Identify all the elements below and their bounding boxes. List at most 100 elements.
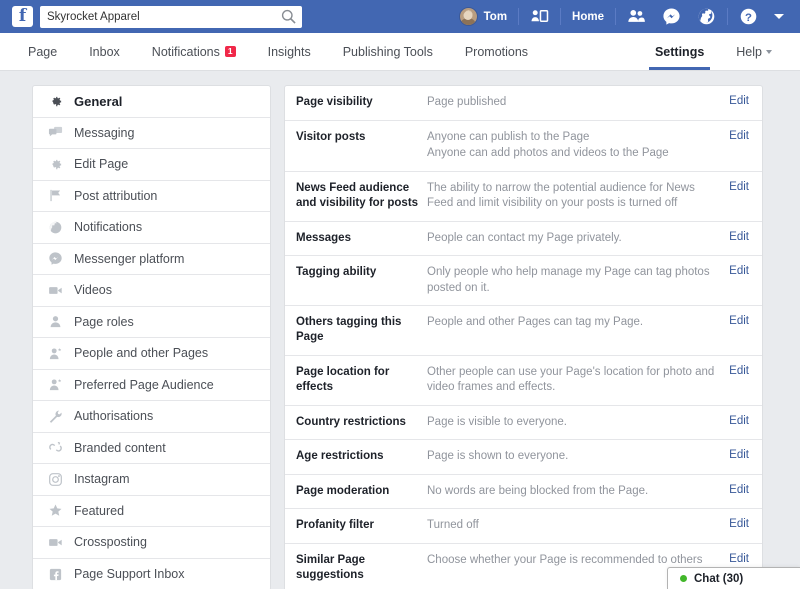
sidebar-item-crossposting[interactable]: Crossposting — [33, 527, 270, 559]
edit-link[interactable]: Edit — [729, 315, 749, 327]
sidebar-item-videos[interactable]: Videos — [33, 275, 270, 307]
notifications-button[interactable] — [689, 5, 724, 28]
tab-page[interactable]: Page — [12, 33, 73, 70]
sidebar-item-label: Videos — [74, 283, 112, 297]
tab-label: Promotions — [465, 45, 528, 59]
edit-link[interactable]: Edit — [729, 265, 749, 277]
messenger-icon — [47, 251, 63, 267]
divider — [727, 8, 728, 25]
sidebar-item-authorisations[interactable]: Authorisations — [33, 401, 270, 433]
setting-label: Page location for effects — [296, 365, 427, 396]
setting-label: Age restrictions — [296, 449, 427, 464]
find-friends-icon — [530, 7, 549, 26]
tab-label: Publishing Tools — [343, 45, 433, 59]
friend-requests-button[interactable] — [619, 5, 654, 28]
sidebar-item-messaging[interactable]: Messaging — [33, 118, 270, 150]
setting-value-line: The ability to narrow the potential audi… — [427, 181, 721, 212]
notifications-badge: 1 — [225, 46, 236, 57]
tab-settings[interactable]: Settings — [639, 33, 720, 70]
tab-publishing-tools[interactable]: Publishing Tools — [327, 33, 449, 70]
sidebar-item-people-and-other-pages[interactable]: People and other Pages — [33, 338, 270, 370]
edit-link[interactable]: Edit — [729, 484, 749, 496]
chat-label: Chat (30) — [694, 573, 743, 585]
setting-label: News Feed audience and visibility for po… — [296, 181, 427, 212]
video-camera-icon — [47, 282, 63, 298]
sidebar-item-label: Post attribution — [74, 189, 157, 203]
divider — [560, 8, 561, 25]
tab-help[interactable]: Help — [720, 33, 788, 70]
tab-inbox[interactable]: Inbox — [73, 33, 136, 70]
setting-value: The ability to narrow the potential audi… — [427, 181, 729, 212]
setting-value-line: People and other Pages can tag my Page. — [427, 315, 721, 331]
sidebar-item-messenger-platform[interactable]: Messenger platform — [33, 244, 270, 276]
sidebar-item-post-attribution[interactable]: Post attribution — [33, 181, 270, 213]
search-icon[interactable] — [281, 9, 296, 24]
facebook-logo[interactable]: f — [12, 6, 33, 27]
facebook-page-settings-screen: f Tom Home — [0, 0, 800, 589]
tab-notifications[interactable]: Notifications 1 — [136, 33, 252, 70]
account-menu-button[interactable] — [766, 5, 792, 28]
find-friends-button[interactable] — [522, 5, 557, 28]
page-nav-tabs: Page Inbox Notifications 1 Insights Publ… — [0, 33, 800, 71]
edit-link[interactable]: Edit — [729, 553, 749, 565]
setting-label: Page visibility — [296, 95, 427, 110]
setting-value-line: Page published — [427, 95, 721, 111]
chat-bar[interactable]: Chat (30) — [667, 567, 800, 589]
setting-row-tagging-ability: Tagging ability Only people who help man… — [285, 256, 762, 306]
edit-link[interactable]: Edit — [729, 130, 749, 142]
tab-insights[interactable]: Insights — [252, 33, 327, 70]
person-icon — [47, 314, 63, 330]
edit-link[interactable]: Edit — [729, 449, 749, 461]
sidebar-item-label: Messenger platform — [74, 252, 184, 266]
edit-link[interactable]: Edit — [729, 518, 749, 530]
chat-bubbles-icon — [47, 125, 63, 141]
sidebar-item-preferred-page-audience[interactable]: Preferred Page Audience — [33, 370, 270, 402]
sidebar-item-featured[interactable]: Featured — [33, 496, 270, 528]
search-input[interactable] — [40, 6, 302, 28]
sidebar-item-notifications[interactable]: Notifications — [33, 212, 270, 244]
setting-label: Tagging ability — [296, 265, 427, 280]
svg-text:?: ? — [745, 12, 752, 24]
divider — [518, 8, 519, 25]
header-actions: Tom Home — [451, 0, 792, 33]
sidebar-item-page-roles[interactable]: Page roles — [33, 307, 270, 339]
setting-value: Page published — [427, 95, 729, 111]
sidebar-item-general[interactable]: General — [33, 86, 270, 118]
globe-notifications-icon — [697, 7, 716, 26]
setting-label: Similar Page suggestions — [296, 553, 427, 584]
edit-link[interactable]: Edit — [729, 181, 749, 193]
setting-label: Profanity filter — [296, 518, 427, 533]
person-star-icon — [47, 345, 63, 361]
sidebar-item-page-support-inbox[interactable]: Page Support Inbox — [33, 559, 270, 589]
sidebar-item-label: Preferred Page Audience — [74, 378, 214, 392]
tab-promotions[interactable]: Promotions — [449, 33, 544, 70]
tab-label: Help — [736, 45, 762, 59]
setting-value-line: Page is visible to everyone. — [427, 415, 721, 431]
sidebar-item-instagram[interactable]: Instagram — [33, 464, 270, 496]
edit-link[interactable]: Edit — [729, 415, 749, 427]
help-icon: ? — [739, 7, 758, 26]
search-box[interactable] — [40, 6, 302, 28]
setting-row-profanity-filter: Profanity filter Turned off Edit — [285, 509, 762, 544]
sidebar-item-edit-page[interactable]: Edit Page — [33, 149, 270, 181]
sidebar-item-branded-content[interactable]: Branded content — [33, 433, 270, 465]
edit-link[interactable]: Edit — [729, 95, 749, 107]
messenger-button[interactable] — [654, 5, 689, 28]
sidebar-item-label: Edit Page — [74, 157, 128, 171]
setting-row-visitor-posts: Visitor posts Anyone can publish to the … — [285, 121, 762, 172]
help-button[interactable]: ? — [731, 5, 766, 28]
setting-row-messages: Messages People can contact my Page priv… — [285, 222, 762, 257]
setting-value-line: Turned off — [427, 518, 721, 534]
edit-link[interactable]: Edit — [729, 231, 749, 243]
profile-link[interactable]: Tom — [451, 5, 515, 28]
flag-icon — [47, 188, 63, 204]
tab-label: Notifications — [152, 45, 220, 59]
home-link[interactable]: Home — [564, 5, 612, 28]
setting-value-line: Anyone can publish to the Page — [427, 130, 721, 146]
video-camera-icon — [47, 534, 63, 550]
setting-value: Page is shown to everyone. — [427, 449, 729, 465]
edit-link[interactable]: Edit — [729, 365, 749, 377]
setting-value: People and other Pages can tag my Page. — [427, 315, 729, 331]
setting-value-line: No words are being blocked from the Page… — [427, 484, 721, 500]
setting-value-line: Other people can use your Page's locatio… — [427, 365, 721, 396]
